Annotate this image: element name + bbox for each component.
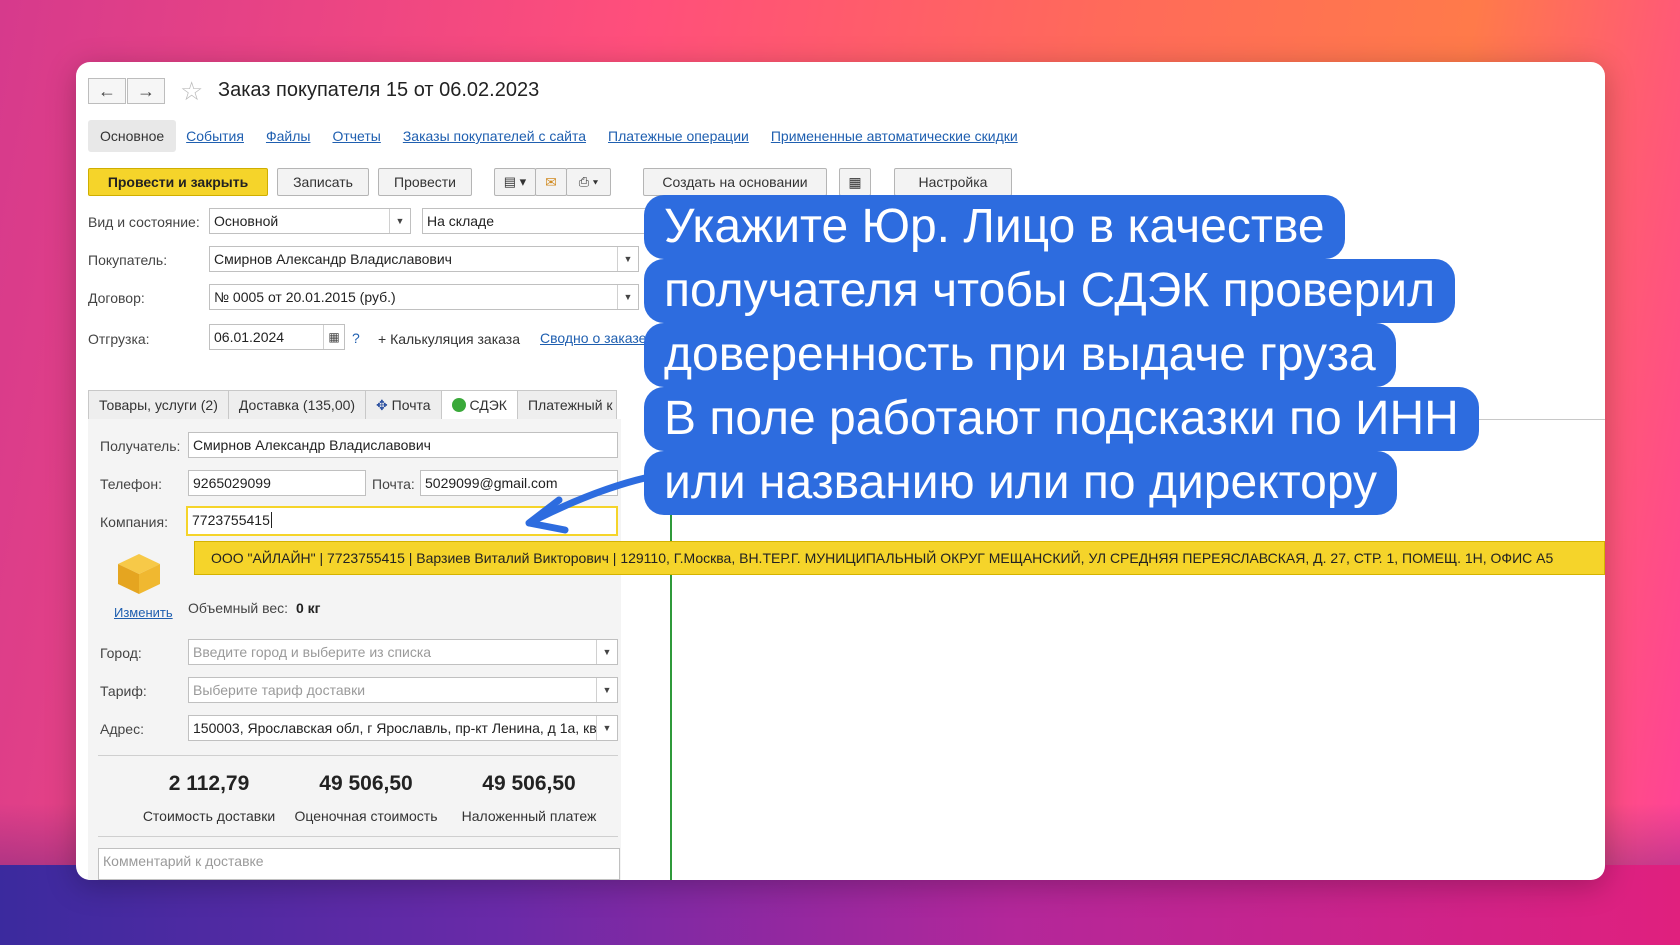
- delivery-cost-value: 2 112,79: [168, 772, 250, 795]
- tab-reports[interactable]: Отчеты: [332, 128, 380, 144]
- email-button[interactable]: ✉: [535, 168, 567, 196]
- chevron-down-icon[interactable]: ▼: [617, 285, 638, 309]
- address-field[interactable]: 150003, Ярославская обл, г Ярославль, пр…: [188, 715, 618, 741]
- phone-field[interactable]: 9265029099: [188, 470, 366, 496]
- envelope-icon: ✉: [545, 173, 557, 190]
- structure-icon: ▦: [848, 173, 862, 190]
- chevron-down-icon[interactable]: ▼: [596, 716, 617, 740]
- cod-label: Наложенный платеж: [461, 808, 597, 824]
- create-based-button[interactable]: Создать на основании: [643, 168, 827, 196]
- calc-link[interactable]: + Калькуляция заказа: [378, 331, 520, 347]
- separator: [98, 836, 618, 837]
- printer-icon: ⎙ ▾: [578, 174, 599, 189]
- calendar-icon[interactable]: ▦: [323, 325, 344, 349]
- city-field[interactable]: Введите город и выберите из списка ▼: [188, 639, 618, 665]
- tariff-field[interactable]: Выберите тариф доставки ▼: [188, 677, 618, 703]
- tab-events[interactable]: События: [186, 128, 244, 144]
- warehouse-select[interactable]: На складе: [422, 208, 652, 234]
- mail-label: Почта:: [372, 476, 415, 492]
- document-menu-button[interactable]: ▤ ▾: [494, 168, 536, 196]
- state-value: Основной: [214, 213, 279, 229]
- post-button[interactable]: Провести: [378, 168, 472, 196]
- structure-button[interactable]: ▦: [839, 168, 871, 196]
- callout-line-2: получателя чтобы СДЭК проверил: [644, 259, 1456, 323]
- form-tabs: Основное События Файлы Отчеты Заказы пок…: [88, 120, 1040, 152]
- help-icon[interactable]: ?: [352, 330, 360, 346]
- callout-line-5: или названию или по директору: [644, 451, 1397, 515]
- phone-label: Телефон:: [100, 476, 162, 492]
- tab-payment[interactable]: Платежный к: [516, 390, 617, 420]
- tab-sdek-label: СДЭК: [469, 397, 507, 413]
- forward-button[interactable]: →: [127, 78, 165, 104]
- page-title: Заказ покупателя 15 от 06.02.2023: [218, 79, 540, 101]
- comment-field[interactable]: Комментарий к доставке: [98, 848, 620, 880]
- sdek-logo-icon: [451, 398, 466, 412]
- contract-value: № 0005 от 20.01.2015 (руб.): [214, 289, 396, 305]
- company-suggestion-item[interactable]: ООО "АЙЛАЙН" | 7723755415 | Варзиев Вита…: [194, 541, 1605, 575]
- state-select[interactable]: Основной ▼: [209, 208, 411, 234]
- tab-post-label: Почта: [391, 397, 431, 413]
- post-and-close-button[interactable]: Провести и закрыть: [88, 168, 268, 196]
- tab-goods[interactable]: Товары, услуги (2): [88, 390, 229, 420]
- package-box-icon: [116, 552, 162, 596]
- settings-button[interactable]: Настройка: [894, 168, 1012, 196]
- company-label: Компания:: [100, 514, 168, 530]
- chevron-down-icon[interactable]: ▼: [596, 640, 617, 664]
- state-label: Вид и состояние:: [88, 214, 200, 230]
- buyer-value: Смирнов Александр Владиславович: [214, 251, 452, 267]
- tab-site-orders[interactable]: Заказы покупателей с сайта: [403, 128, 586, 144]
- contract-label: Договор:: [88, 290, 145, 306]
- tab-files[interactable]: Файлы: [266, 128, 310, 144]
- save-button[interactable]: Записать: [277, 168, 369, 196]
- shipment-label: Отгрузка:: [88, 331, 150, 347]
- tab-sdek[interactable]: СДЭК: [440, 390, 518, 420]
- callout-line-1: Укажите Юр. Лицо в качестве: [644, 195, 1345, 259]
- shipment-date-value: 06.01.2024: [214, 329, 285, 345]
- tab-payments[interactable]: Платежные операции: [608, 128, 749, 144]
- tab-main[interactable]: Основное: [88, 120, 177, 152]
- order-summary-link[interactable]: Сводно о заказе: [540, 330, 646, 346]
- tab-delivery[interactable]: Доставка (135,00): [227, 390, 367, 420]
- contract-field[interactable]: № 0005 от 20.01.2015 (руб.) ▼: [209, 284, 639, 310]
- arrow-left-icon: ←: [98, 80, 116, 101]
- callout-line-4: В поле работают подсказки по ИНН: [644, 387, 1479, 451]
- tab-post[interactable]: ✥ Почта: [365, 390, 442, 420]
- separator: [98, 755, 618, 756]
- arrow-right-icon: →: [137, 80, 155, 101]
- back-button[interactable]: ←: [88, 78, 126, 104]
- document-icon: ▤ ▾: [503, 174, 527, 189]
- tariff-label: Тариф:: [100, 683, 147, 699]
- callout-arrow-icon: [525, 474, 649, 534]
- chevron-down-icon[interactable]: ▼: [389, 209, 410, 233]
- address-label: Адрес:: [100, 721, 144, 737]
- tariff-placeholder: Выберите тариф доставки: [193, 682, 366, 698]
- recipient-field[interactable]: Смирнов Александр Владиславович: [188, 432, 618, 458]
- inner-tabs: Товары, услуги (2) Доставка (135,00) ✥ П…: [88, 390, 617, 420]
- estimated-cost-label: Оценочная стоимость: [294, 808, 438, 824]
- shipment-date-field[interactable]: 06.01.2024 ▦: [209, 324, 345, 350]
- eagle-icon: ✥: [376, 397, 388, 413]
- city-label: Город:: [100, 645, 142, 661]
- volume-label: Объемный вес:: [188, 600, 289, 616]
- print-button[interactable]: ⎙ ▾: [566, 168, 611, 196]
- cod-value: 49 506,50: [482, 772, 576, 795]
- recipient-label: Получатель:: [100, 438, 181, 454]
- delivery-cost-label: Стоимость доставки: [142, 808, 276, 824]
- city-placeholder: Введите город и выберите из списка: [193, 644, 432, 660]
- callout-line-3: доверенность при выдаче груза: [644, 323, 1396, 387]
- buyer-label: Покупатель:: [88, 252, 168, 268]
- warehouse-value: На складе: [427, 213, 494, 229]
- volume-value: 0 кг: [296, 600, 321, 616]
- estimated-cost-value: 49 506,50: [319, 772, 413, 795]
- favorite-star-icon[interactable]: ☆: [180, 76, 203, 107]
- chevron-down-icon[interactable]: ▼: [617, 247, 638, 271]
- tab-discounts[interactable]: Примененные автоматические скидки: [771, 128, 1018, 144]
- company-value: 7723755415: [192, 512, 270, 528]
- change-link[interactable]: Изменить: [114, 605, 173, 620]
- buyer-field[interactable]: Смирнов Александр Владиславович ▼: [209, 246, 639, 272]
- address-value: 150003, Ярославская обл, г Ярославль, пр…: [193, 720, 609, 736]
- chevron-down-icon[interactable]: ▼: [596, 678, 617, 702]
